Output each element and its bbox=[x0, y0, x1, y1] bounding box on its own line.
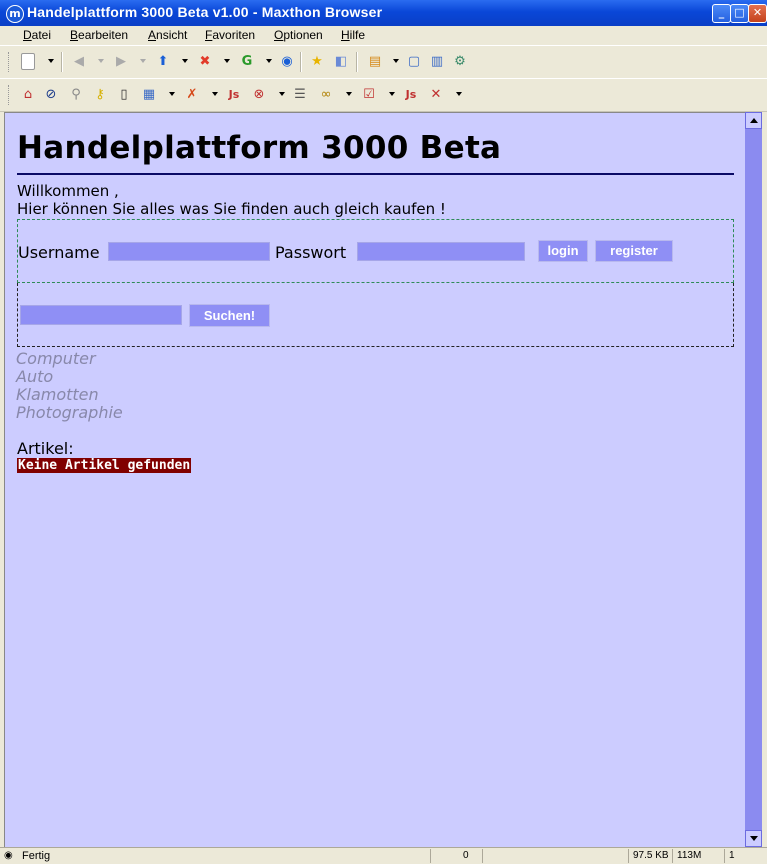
calendar-icon[interactable]: ▦ bbox=[140, 86, 158, 104]
glasses-icon[interactable]: ∞ bbox=[317, 86, 335, 104]
category-link-auto[interactable]: Auto bbox=[16, 368, 123, 386]
username-input[interactable] bbox=[108, 242, 270, 261]
status-bar: ◉ Fertig 0 97.5 KB 113M 1 bbox=[0, 847, 767, 864]
notes-icon[interactable]: ▯ bbox=[115, 86, 133, 104]
page-status-icon: ◉ bbox=[4, 850, 13, 861]
glasses-dropdown-icon[interactable] bbox=[346, 92, 352, 96]
fullscreen-icon[interactable]: ▢ bbox=[405, 53, 423, 71]
articles-heading: Artikel: bbox=[17, 439, 74, 458]
no-image-dropdown-icon[interactable] bbox=[212, 92, 218, 96]
page-viewport: Handelplattform 3000 Beta Willkommen , H… bbox=[4, 112, 746, 848]
checkbox-dropdown-icon[interactable] bbox=[389, 92, 395, 96]
stop-dropdown-icon[interactable] bbox=[224, 59, 230, 63]
username-label: Username bbox=[18, 243, 100, 262]
tools-icon[interactable]: ⚙ bbox=[451, 53, 469, 71]
login-button[interactable]: login bbox=[538, 240, 588, 262]
menu-ansicht[interactable]: Ansicht bbox=[148, 28, 187, 42]
menu-optionen[interactable]: Optionen bbox=[274, 28, 323, 42]
welcome-line: Willkommen , bbox=[17, 182, 119, 200]
favorites-icon[interactable]: ★ bbox=[308, 53, 326, 71]
checkbox-icon[interactable]: ☑ bbox=[360, 86, 378, 104]
register-button[interactable]: register bbox=[595, 240, 673, 262]
search-input[interactable] bbox=[20, 305, 182, 325]
javascript-icon[interactable]: Js bbox=[225, 86, 243, 104]
popup-block-dropdown-icon[interactable] bbox=[279, 92, 285, 96]
back-icon[interactable]: ◀ bbox=[70, 53, 88, 71]
up-dropdown-icon[interactable] bbox=[182, 59, 188, 63]
refresh-dropdown-icon[interactable] bbox=[266, 59, 272, 63]
close-filter-dropdown-icon[interactable] bbox=[456, 92, 462, 96]
scroll-up-button[interactable] bbox=[745, 112, 762, 129]
menu-datei[interactable]: Datei bbox=[23, 28, 51, 42]
page-size: 97.5 KB bbox=[628, 849, 673, 863]
maxthon-logo-icon: m bbox=[6, 5, 24, 23]
popup-block-icon[interactable]: ⊗ bbox=[250, 86, 268, 104]
welcome-text: Willkommen , Hier können Sie alles was S… bbox=[17, 182, 446, 218]
popup-count: 0 bbox=[463, 850, 469, 861]
split-view-icon[interactable]: ▥ bbox=[428, 53, 446, 71]
calendar-dropdown-icon[interactable] bbox=[169, 92, 175, 96]
memory-usage: 113M bbox=[672, 849, 721, 863]
homepage-icon[interactable]: ◉ bbox=[278, 53, 296, 71]
title-divider bbox=[17, 173, 734, 175]
forward-dropdown-icon[interactable] bbox=[140, 59, 146, 63]
maximize-button[interactable]: □ bbox=[730, 4, 749, 23]
menu-bar: Datei Bearbeiten Ansicht Favoriten Optio… bbox=[0, 26, 767, 44]
category-link-klamotten[interactable]: Klamotten bbox=[16, 386, 123, 404]
javascript-toggle-icon[interactable]: Js bbox=[402, 86, 420, 104]
no-articles-notice: Keine Artikel gefunden bbox=[17, 458, 192, 473]
back-dropdown-icon[interactable] bbox=[98, 59, 104, 63]
status-icons[interactable] bbox=[482, 849, 583, 863]
new-page-icon[interactable] bbox=[21, 53, 35, 70]
page-title: Handelplattform 3000 Beta bbox=[17, 130, 502, 166]
window-title-bar: m Handelplattform 3000 Beta v1.00 - Maxt… bbox=[0, 0, 767, 26]
plugin-toolbar: ⌂ ⊘ ⚲ ⚷ ▯ ▦ ✗ Js ⊗ ☰ ∞ ☑ Js ✕ bbox=[0, 78, 767, 112]
scroll-down-button[interactable] bbox=[745, 830, 762, 847]
window-title: Handelplattform 3000 Beta v1.00 - Maxtho… bbox=[27, 4, 383, 20]
navigation-toolbar: ◀ ▶ ⬆ ✖ G ◉ ★ ◧ ▤ ▢ ▥ ⚙ bbox=[0, 45, 767, 79]
tab-list-icon[interactable]: ▤ bbox=[366, 53, 384, 71]
search-form: Suchen! bbox=[17, 283, 734, 347]
link-icon[interactable]: ⚲ bbox=[67, 86, 85, 104]
tab-count: 1 bbox=[724, 849, 759, 863]
refresh-icon[interactable]: G bbox=[238, 53, 256, 71]
no-image-icon[interactable]: ✗ bbox=[183, 86, 201, 104]
status-text: Fertig bbox=[22, 850, 51, 862]
close-button[interactable]: ✕ bbox=[748, 4, 767, 23]
close-filter-icon[interactable]: ✕ bbox=[427, 86, 445, 104]
clipboard-icon[interactable]: ◧ bbox=[332, 53, 350, 71]
menu-bearbeiten[interactable]: Bearbeiten bbox=[70, 28, 128, 42]
popup-counter[interactable]: 0 bbox=[430, 849, 481, 863]
tab-list-dropdown-icon[interactable] bbox=[393, 59, 399, 63]
toolbar-separator bbox=[61, 52, 63, 72]
password-label: Passwort bbox=[275, 243, 347, 262]
key-icon[interactable]: ⚷ bbox=[91, 86, 109, 104]
category-link-computer[interactable]: Computer bbox=[16, 350, 123, 368]
login-form: Username Passwort login register bbox=[17, 219, 734, 283]
vertical-scrollbar[interactable] bbox=[745, 112, 762, 847]
new-page-dropdown-icon[interactable] bbox=[48, 59, 54, 63]
toolbar-separator bbox=[300, 52, 302, 72]
home-icon[interactable]: ⬆ bbox=[154, 53, 172, 71]
welcome-description: Hier können Sie alles was Sie finden auc… bbox=[17, 200, 446, 218]
menu-favoriten[interactable]: Favoriten bbox=[205, 28, 255, 42]
minimize-button[interactable]: _ bbox=[712, 4, 731, 23]
plugin-icon[interactable]: ⌂ bbox=[19, 86, 37, 104]
toolbar-grip[interactable] bbox=[8, 52, 12, 72]
forward-icon[interactable]: ▶ bbox=[112, 53, 130, 71]
toolbar-separator bbox=[356, 52, 358, 72]
category-list: Computer Auto Klamotten Photographie bbox=[16, 350, 123, 422]
search-button[interactable]: Suchen! bbox=[189, 304, 270, 327]
list-icon[interactable]: ☰ bbox=[291, 86, 309, 104]
category-link-photographie[interactable]: Photographie bbox=[16, 404, 123, 422]
stop-icon[interactable]: ✖ bbox=[196, 53, 214, 71]
password-input[interactable] bbox=[357, 242, 525, 261]
compass-icon[interactable]: ⊘ bbox=[42, 86, 60, 104]
menu-hilfe[interactable]: Hilfe bbox=[341, 28, 365, 42]
toolbar-grip[interactable] bbox=[8, 85, 12, 105]
